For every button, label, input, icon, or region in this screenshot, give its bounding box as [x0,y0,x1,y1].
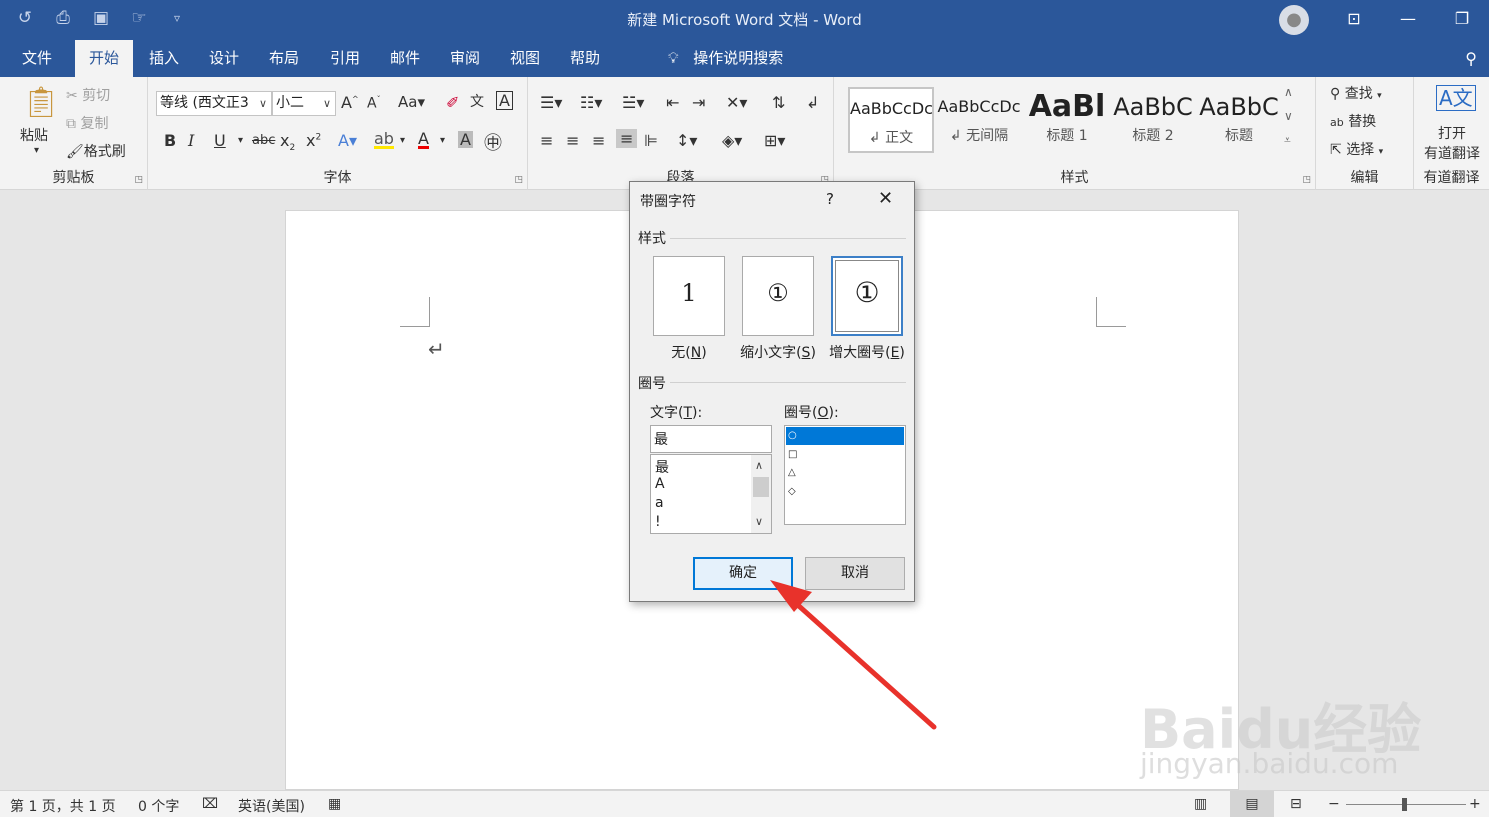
zoom-in-button[interactable]: + [1469,796,1481,812]
zoom-slider-thumb[interactable] [1402,798,1407,811]
word-count[interactable]: 0 个字 [138,796,179,816]
page-count[interactable]: 第 1 页，共 1 页 [10,796,116,816]
web-layout-icon[interactable]: ⊟ [1290,796,1302,812]
read-mode-icon[interactable]: ▥ [1194,796,1207,812]
print-layout-icon[interactable]: ▤ [1230,791,1274,817]
language-indicator[interactable]: 英语(美国) [238,796,305,816]
proofing-icon[interactable]: ⌧ [202,796,218,812]
macro-icon[interactable]: ▦ [328,796,341,812]
annotation-arrow [770,580,937,730]
zoom-out-button[interactable]: − [1328,796,1340,812]
status-bar: 第 1 页，共 1 页 0 个字 ⌧ 英语(美国) ▦ ▥ ▤ ⊟ − + [0,790,1489,817]
